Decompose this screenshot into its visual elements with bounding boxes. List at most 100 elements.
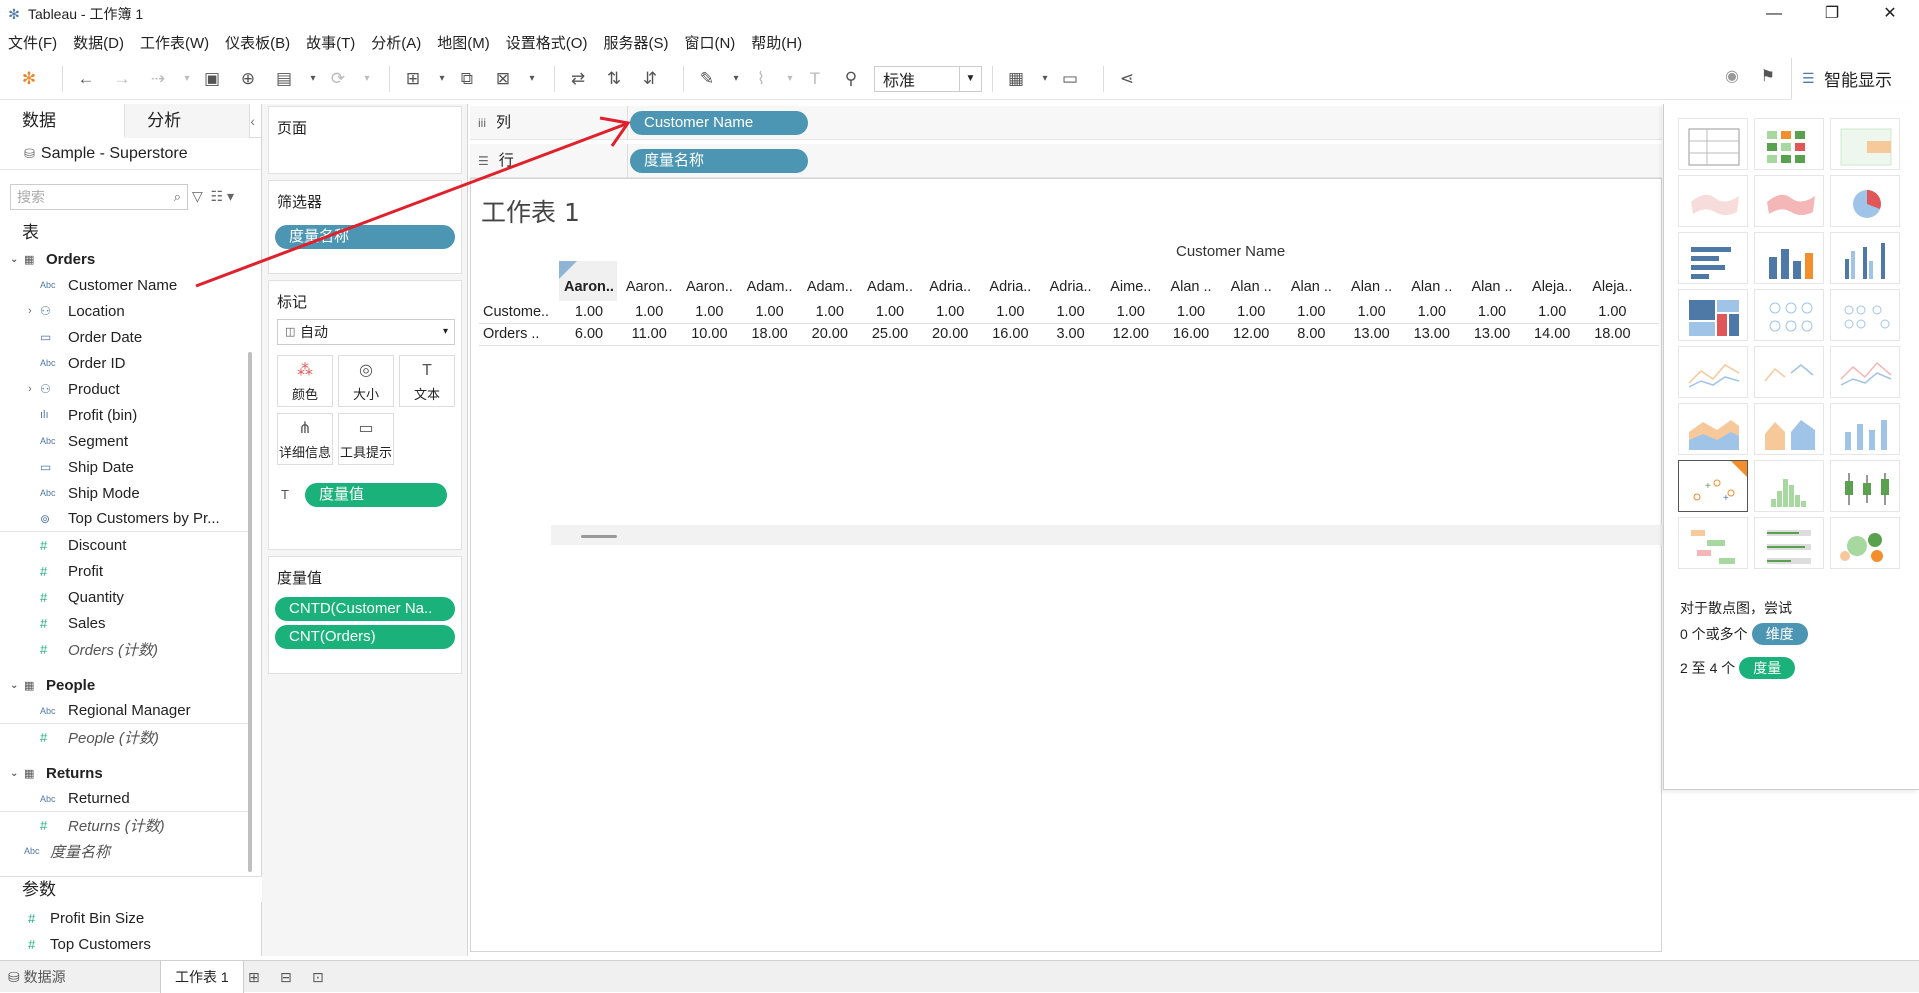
new-sheet-icon[interactable]: ⊞ xyxy=(400,66,426,92)
field-order-date[interactable]: ▭ Order Date xyxy=(0,324,248,350)
field-regional-manager[interactable]: Abc Regional Manager xyxy=(0,698,248,724)
column-header[interactable]: Alan .. xyxy=(1462,279,1522,301)
field-ship-mode[interactable]: Abc Ship Mode xyxy=(0,480,248,506)
table-cell[interactable]: 13.00 xyxy=(1462,323,1522,345)
field-profit-bin[interactable]: ılı Profit (bin) xyxy=(0,402,248,428)
text-button[interactable]: T 文本 xyxy=(399,355,455,407)
chart-type-pie-chart[interactable] xyxy=(1830,175,1900,227)
column-header[interactable]: Alan .. xyxy=(1402,279,1462,301)
row-header[interactable]: Custome.. xyxy=(483,301,559,323)
field-discount[interactable]: # Discount xyxy=(0,532,248,558)
chart-type-treemap[interactable] xyxy=(1678,289,1748,341)
format-painter-icon[interactable]: ⚑ xyxy=(1761,66,1775,86)
table-cell[interactable]: 1.00 xyxy=(860,301,920,323)
restore-icon[interactable]: ❐ xyxy=(1803,0,1861,28)
chart-type-area-discrete[interactable] xyxy=(1754,403,1824,455)
field-location[interactable]: › ⚇ Location xyxy=(0,298,248,324)
collapse-pane-icon[interactable]: ‹ xyxy=(250,104,261,137)
table-cell[interactable]: 14.00 xyxy=(1522,323,1582,345)
new-story-icon[interactable]: ⊡ xyxy=(312,961,324,993)
chart-type-heat-map[interactable] xyxy=(1754,118,1824,170)
redo-icon[interactable]: → xyxy=(109,66,135,92)
sort-descending-icon[interactable]: ⇵ xyxy=(637,66,663,92)
field-top-customers-set[interactable]: ⊚ Top Customers by Pr... xyxy=(0,506,248,532)
field-profit[interactable]: # Profit xyxy=(0,558,248,584)
field-ship-date[interactable]: ▭ Ship Date xyxy=(0,454,248,480)
chart-type-horizontal-bars[interactable] xyxy=(1678,232,1748,284)
table-cell[interactable]: 1.00 xyxy=(920,301,980,323)
chart-type-box-and-whisker[interactable] xyxy=(1830,460,1900,512)
chart-type-circle-views[interactable] xyxy=(1754,289,1824,341)
column-header[interactable]: Adria.. xyxy=(920,279,980,301)
presentation-mode-icon[interactable]: ▭ xyxy=(1057,66,1083,92)
table-cell[interactable]: 1.00 xyxy=(1161,301,1221,323)
chart-type-text-table[interactable] xyxy=(1678,118,1748,170)
table-cell[interactable]: 13.00 xyxy=(1402,323,1462,345)
filter-icon[interactable]: ▽ xyxy=(192,188,203,204)
chart-type-gantt-chart[interactable] xyxy=(1678,517,1748,569)
menu-story[interactable]: 故事(T) xyxy=(306,32,355,53)
column-header[interactable]: Adam.. xyxy=(740,279,800,301)
clear-dropdown-icon[interactable]: ▾ xyxy=(526,66,538,92)
table-cell[interactable]: 1.00 xyxy=(1221,301,1281,323)
duplicate-sheet-icon[interactable]: ⧉ xyxy=(454,66,480,92)
chart-type-histogram[interactable] xyxy=(1754,460,1824,512)
column-header[interactable]: Aleja.. xyxy=(1582,279,1642,301)
datasource-tab[interactable]: ⛁ 数据源 xyxy=(8,961,66,993)
detail-button[interactable]: ⋔ 详细信息 xyxy=(277,413,333,465)
sort-indicator-icon[interactable] xyxy=(559,261,577,279)
new-sheet-dropdown-icon[interactable]: ▾ xyxy=(436,66,448,92)
show-cards-dropdown-icon[interactable]: ▾ xyxy=(1039,66,1051,92)
menu-server[interactable]: 服务器(S) xyxy=(603,32,668,53)
pin-icon[interactable]: ⚲ xyxy=(838,66,864,92)
table-cell[interactable]: 18.00 xyxy=(740,323,800,345)
field-quantity[interactable]: # Quantity xyxy=(0,584,248,610)
table-cell[interactable]: 1.00 xyxy=(1281,301,1341,323)
field-order-id[interactable]: Abc Order ID xyxy=(0,350,248,376)
mv-pill-cnt-orders[interactable]: CNT(Orders) xyxy=(275,625,455,649)
column-header[interactable]: Alan .. xyxy=(1161,279,1221,301)
chart-type-highlight-table[interactable] xyxy=(1830,118,1900,170)
column-header[interactable]: Adam.. xyxy=(800,279,860,301)
columns-shelf[interactable]: iii 列 Customer Name xyxy=(470,106,1662,140)
show-me-button[interactable]: ☰ 智能显示 xyxy=(1791,58,1919,100)
menu-dashboard[interactable]: 仪表板(B) xyxy=(225,32,290,53)
size-button[interactable]: ◎ 大小 xyxy=(338,355,394,407)
refresh-dropdown-icon[interactable]: ▾ xyxy=(361,66,373,92)
param-top-customers[interactable]: # Top Customers xyxy=(0,932,262,958)
chart-type-dual-combination[interactable] xyxy=(1830,403,1900,455)
table-cell[interactable]: 18.00 xyxy=(1582,323,1642,345)
chevron-right-icon[interactable]: › xyxy=(28,305,32,317)
table-cell[interactable]: 25.00 xyxy=(860,323,920,345)
pages-card[interactable]: 页面 xyxy=(268,106,462,174)
fit-select[interactable]: 标准 ▼ xyxy=(874,65,982,92)
new-worksheet-icon[interactable]: ⊞ xyxy=(248,961,260,993)
column-header[interactable]: Alan .. xyxy=(1221,279,1281,301)
marks-pill-measure-values[interactable]: 度量值 xyxy=(305,483,447,507)
column-field-header[interactable]: Customer Name xyxy=(1176,243,1285,260)
field-people-count[interactable]: # People (计数) xyxy=(0,724,248,750)
column-header[interactable]: Aaron.. xyxy=(679,279,739,301)
close-icon[interactable]: ✕ xyxy=(1861,0,1919,28)
chart-type-symbol-map[interactable] xyxy=(1678,175,1748,227)
highlight-dropdown-icon[interactable]: ▾ xyxy=(730,66,742,92)
field-returns-count[interactable]: # Returns (计数) xyxy=(0,812,248,838)
search-input[interactable]: 搜索 ⌕ xyxy=(10,184,188,210)
chart-type-side-by-side-circles[interactable] xyxy=(1830,289,1900,341)
table-cell[interactable]: 10.00 xyxy=(679,323,739,345)
rows-shelf[interactable]: ☰ 行 度量名称 xyxy=(470,144,1662,178)
tableau-start-icon[interactable]: ✻ xyxy=(16,66,42,92)
field-sales[interactable]: # Sales xyxy=(0,610,248,636)
column-header[interactable]: Adam.. xyxy=(860,279,920,301)
tab-analysis[interactable]: 分析 xyxy=(125,104,251,138)
swap-icon[interactable]: ⇄ xyxy=(565,66,591,92)
table-cell[interactable]: 16.00 xyxy=(1161,323,1221,345)
column-header[interactable]: Adria.. xyxy=(980,279,1040,301)
table-cell[interactable]: 1.00 xyxy=(800,301,860,323)
table-cell[interactable]: 13.00 xyxy=(1342,323,1402,345)
table-cell[interactable]: 1.00 xyxy=(619,301,679,323)
table-cell[interactable]: 16.00 xyxy=(980,323,1040,345)
table-cell[interactable]: 1.00 xyxy=(1041,301,1101,323)
mv-pill-cntd-customer[interactable]: CNTD(Customer Na.. xyxy=(275,597,455,621)
new-dashboard-icon[interactable]: ⊟ xyxy=(280,961,292,993)
